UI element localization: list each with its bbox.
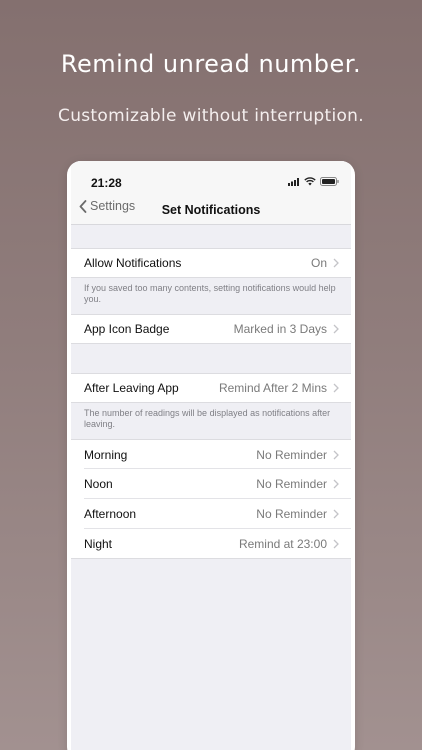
settings-list: Allow Notifications On If you saved too … xyxy=(71,225,351,559)
row-label: App Icon Badge xyxy=(84,322,170,336)
row-value: On xyxy=(310,256,327,270)
after-leaving-app-row[interactable]: After Leaving App Remind After 2 Mins xyxy=(71,373,351,403)
reminder-row-night[interactable]: Night Remind at 23:00 xyxy=(71,529,351,559)
status-bar: 21:28 xyxy=(71,161,351,195)
chevron-right-icon xyxy=(333,324,339,334)
chevron-right-icon xyxy=(333,539,339,548)
page-title: Set Notifications xyxy=(161,203,261,217)
row-value: No Reminder xyxy=(256,477,327,491)
allow-notifications-row[interactable]: Allow Notifications On xyxy=(71,248,351,278)
chevron-right-icon xyxy=(333,450,339,459)
row-value: No Reminder xyxy=(256,447,327,462)
status-icons xyxy=(288,177,339,186)
row-label: Morning xyxy=(84,447,128,462)
reminder-row-afternoon[interactable]: Afternoon No Reminder xyxy=(71,499,351,529)
app-icon-badge-row[interactable]: App Icon Badge Marked in 3 Days xyxy=(71,314,351,344)
section-spacer xyxy=(71,344,351,373)
row-value: No Reminder xyxy=(256,507,327,521)
chevron-right-icon xyxy=(333,258,339,268)
battery-icon xyxy=(320,177,339,186)
row-label: Afternoon xyxy=(84,507,137,521)
row-value: Remind at 23:00 xyxy=(238,536,327,551)
row-value: Remind After 2 Mins xyxy=(218,381,327,395)
wifi-icon xyxy=(304,177,316,186)
row-label: Allow Notifications xyxy=(84,256,182,270)
section-spacer xyxy=(71,225,351,248)
promo-headline: Remind unread number. xyxy=(60,50,362,78)
status-time: 21:28 xyxy=(91,176,122,190)
reminder-row-morning[interactable]: Morning No Reminder xyxy=(71,439,351,469)
chevron-right-icon xyxy=(333,479,339,489)
phone-screen: 21:28 Settings Set Notifications Allow N… xyxy=(71,161,351,750)
phone-frame: 21:28 Settings Set Notifications Allow N… xyxy=(67,161,355,750)
after-leaving-app-footer: The number of readings will be displayed… xyxy=(71,403,351,439)
navigation-bar: Settings Set Notifications xyxy=(71,195,351,225)
allow-notifications-footer: If you saved too many contents, setting … xyxy=(71,278,351,314)
promo-subline: Customizable without interruption. xyxy=(58,106,364,126)
row-value: Marked in 3 Days xyxy=(233,322,327,336)
chevron-right-icon xyxy=(333,383,339,393)
row-label: Noon xyxy=(84,477,113,491)
row-label: Night xyxy=(84,536,113,551)
row-label: After Leaving App xyxy=(84,381,179,395)
cellular-signal-icon xyxy=(288,177,299,186)
chevron-right-icon xyxy=(333,509,339,519)
reminder-row-noon[interactable]: Noon No Reminder xyxy=(71,469,351,499)
